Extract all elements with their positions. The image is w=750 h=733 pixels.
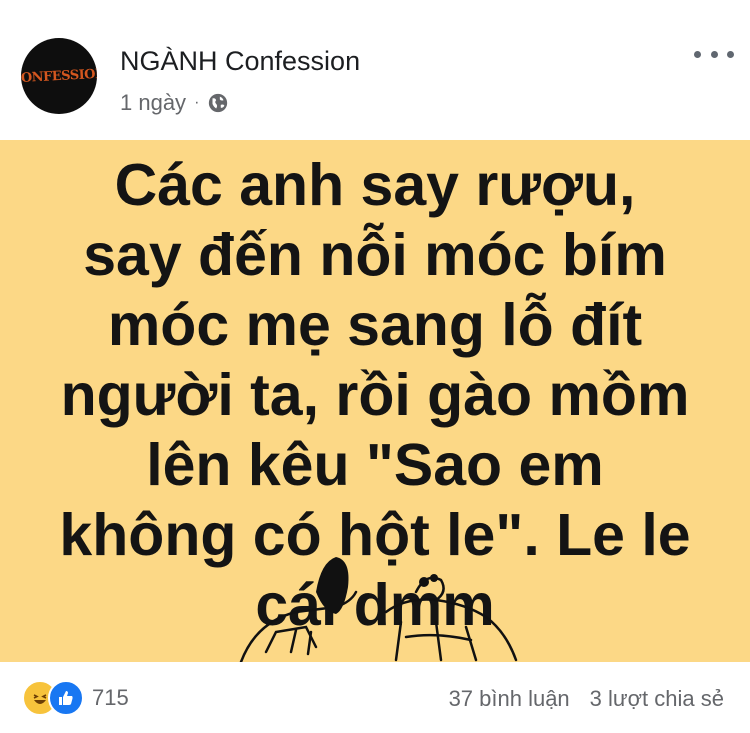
more-dot-icon	[710, 50, 718, 58]
post-text-line: Các anh say rượu,	[114, 152, 636, 218]
more-dot-icon	[727, 50, 734, 58]
post-stats: 37 bình luận 3 lượt chia sẻ	[449, 686, 724, 712]
doodle-figures-sticker	[239, 557, 518, 662]
reaction-count: 715	[92, 685, 129, 710]
shares-count-link[interactable]: 3 lượt chia sẻ	[590, 686, 724, 712]
like-icon	[48, 680, 84, 716]
post-header: CONFESSION NGÀNH Confession 1 ngày ·	[0, 0, 750, 140]
post-text-line: người ta, rồi gào mồm	[60, 362, 690, 428]
reactions-summary[interactable]: 715	[22, 680, 129, 716]
more-options-button[interactable]	[694, 44, 734, 64]
avatar-logo-text: CONFESSION	[21, 66, 97, 86]
post-footer: 715 37 bình luận 3 lượt chia sẻ	[0, 662, 750, 733]
page-name-link[interactable]: NGÀNH Confession	[120, 46, 360, 77]
meta-separator: ·	[194, 94, 200, 111]
more-dot-icon	[694, 50, 701, 58]
post-card: CONFESSION NGÀNH Confession 1 ngày · Các…	[0, 0, 750, 733]
avatar[interactable]: CONFESSION	[21, 38, 97, 114]
post-text-line: say đến nỗi móc bím	[83, 222, 667, 288]
globe-icon	[209, 93, 228, 113]
comments-count-link[interactable]: 37 bình luận	[449, 686, 570, 712]
post-timestamp[interactable]: 1 ngày	[120, 90, 186, 116]
post-text-line: móc mẹ sang lỗ đít	[107, 292, 643, 358]
post-content[interactable]: Các anh say rượu, say đến nỗi móc bím mó…	[0, 140, 750, 662]
post-text-line: lên kêu "Sao em	[146, 432, 604, 498]
post-meta: 1 ngày ·	[120, 90, 229, 116]
